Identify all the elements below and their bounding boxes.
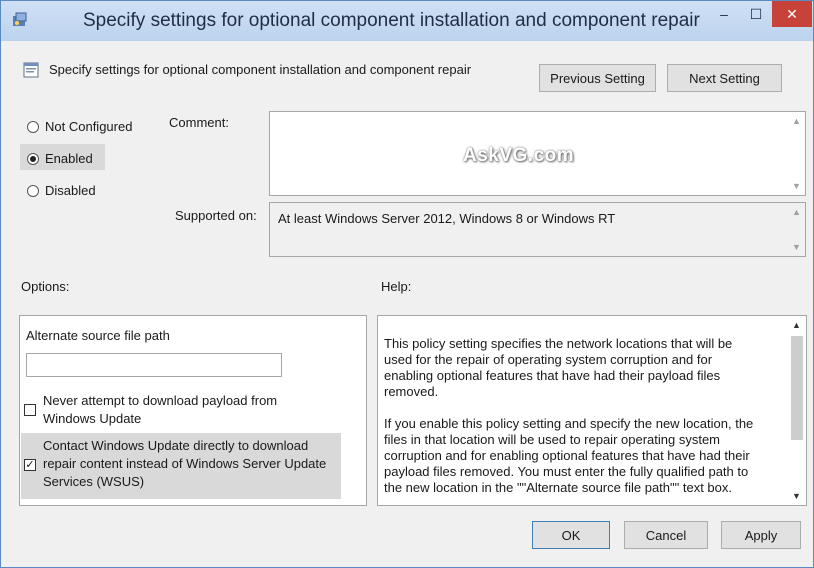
scroll-up-icon[interactable]: ▲: [788, 207, 805, 217]
apply-button[interactable]: Apply: [721, 521, 801, 549]
cancel-button[interactable]: Cancel: [624, 521, 708, 549]
help-text: This policy setting specifies the networ…: [384, 336, 762, 505]
help-panel: This policy setting specifies the networ…: [377, 315, 807, 506]
help-scrollbar[interactable]: ▲ ▼: [788, 316, 806, 505]
scroll-down-icon[interactable]: ▼: [788, 181, 805, 191]
radio-label: Disabled: [45, 183, 96, 198]
ok-button[interactable]: OK: [532, 521, 610, 549]
next-setting-button[interactable]: Next Setting: [667, 64, 782, 92]
watermark: AskVG.com: [463, 145, 575, 166]
radio-circle[interactable]: [27, 184, 39, 197]
radio-circle[interactable]: [27, 120, 39, 133]
radio-label: Enabled: [45, 151, 93, 166]
contact-wu-label: Contact Windows Update directly to downl…: [43, 438, 327, 489]
comment-scrollbar[interactable]: ▲ ▼: [788, 112, 805, 195]
help-label: Help:: [381, 279, 412, 294]
radio-circle[interactable]: [27, 152, 39, 165]
minimize-button[interactable]: –: [709, 1, 739, 27]
alternate-path-label: Alternate source file path: [26, 328, 170, 343]
radio-enabled[interactable]: Enabled: [27, 151, 93, 166]
comment-label: Comment:: [169, 115, 229, 130]
radio-disabled[interactable]: Disabled: [27, 183, 96, 198]
supported-scrollbar[interactable]: ▲ ▼: [788, 203, 805, 256]
window-title: Specify settings for optional component …: [83, 10, 700, 31]
help-paragraph: If you enable this policy setting and sp…: [384, 416, 754, 495]
radio-label: Not Configured: [45, 119, 133, 134]
previous-setting-button[interactable]: Previous Setting: [539, 64, 656, 92]
setting-name: Specify settings for optional component …: [49, 62, 472, 77]
contact-wu-option[interactable]: ✓ Contact Windows Update directly to dow…: [24, 437, 343, 491]
group-policy-icon: [13, 12, 27, 26]
maximize-button[interactable]: ☐: [741, 1, 771, 27]
policy-dialog-window: Specify settings for optional component …: [0, 0, 814, 568]
never-download-option[interactable]: Never attempt to download payload from W…: [24, 392, 311, 428]
title-bar[interactable]: Specify settings for optional component …: [1, 1, 813, 41]
scroll-down-icon[interactable]: ▼: [788, 491, 805, 501]
radio-not-configured[interactable]: Not Configured: [27, 119, 132, 134]
alternate-path-input[interactable]: [26, 353, 282, 377]
scroll-down-icon[interactable]: ▼: [788, 242, 805, 252]
close-button[interactable]: ✕: [772, 1, 812, 27]
options-panel: Alternate source file path Never attempt…: [19, 315, 367, 506]
contact-wu-checkbox[interactable]: ✓: [24, 459, 36, 471]
policy-setting-icon: [23, 62, 39, 78]
scroll-up-icon[interactable]: ▲: [788, 116, 805, 126]
help-paragraph: This policy setting specifies the networ…: [384, 336, 733, 399]
never-download-label: Never attempt to download payload from W…: [43, 393, 278, 426]
options-label: Options:: [21, 279, 70, 294]
supported-on-label: Supported on:: [175, 208, 257, 223]
supported-on-value: At least Windows Server 2012, Windows 8 …: [278, 211, 616, 226]
never-download-checkbox[interactable]: [24, 404, 36, 416]
supported-on-field: At least Windows Server 2012, Windows 8 …: [269, 202, 806, 257]
dialog-client-area: Specify settings for optional component …: [1, 41, 813, 567]
scroll-up-icon[interactable]: ▲: [788, 320, 805, 330]
help-scroll-thumb[interactable]: [791, 336, 803, 440]
